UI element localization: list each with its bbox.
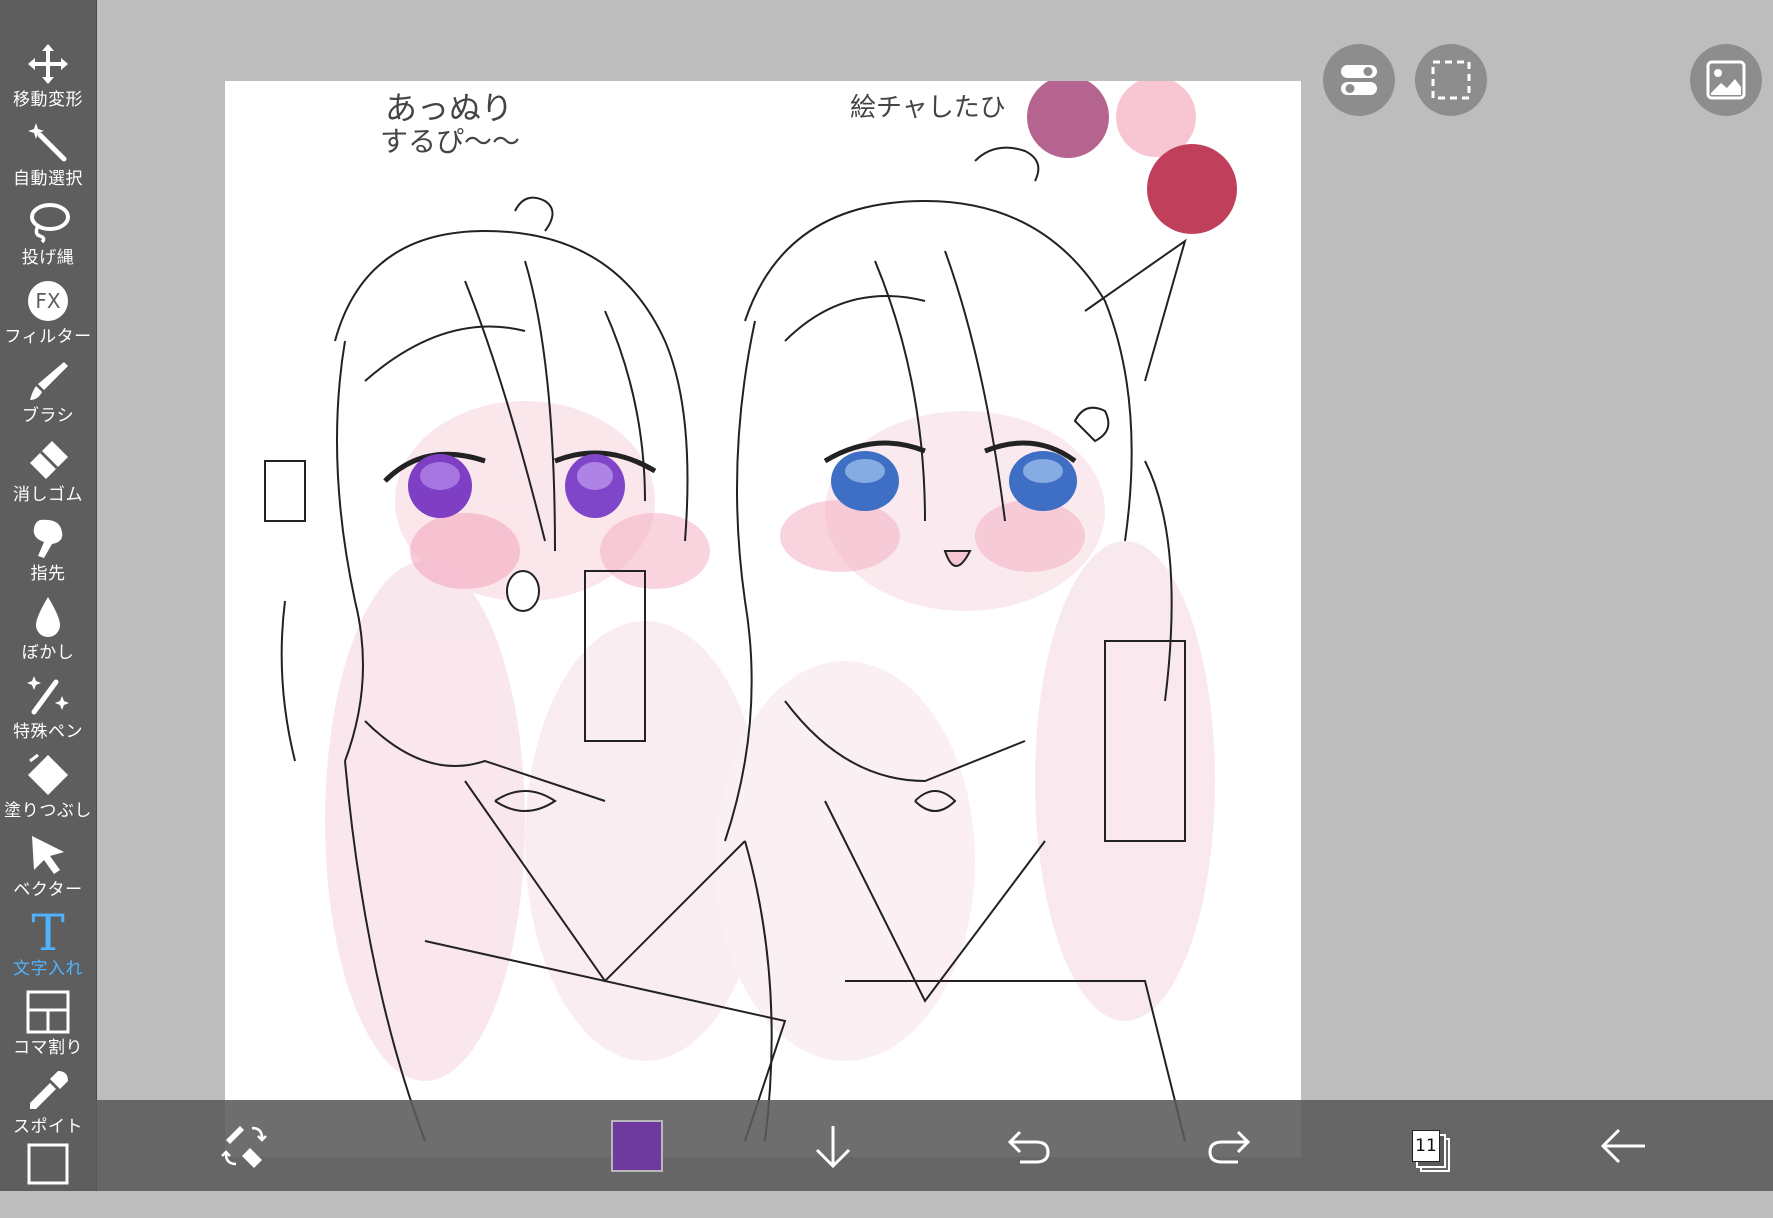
tool-label: 自動選択: [13, 169, 83, 189]
selection-button[interactable]: [1415, 44, 1487, 116]
blush: [780, 500, 900, 572]
tool-frame-divider[interactable]: コマ割り: [0, 988, 96, 1066]
toggle-settings-button[interactable]: [1323, 44, 1395, 116]
tool-brush[interactable]: ブラシ: [0, 356, 96, 434]
tool-vector[interactable]: ベクター: [0, 830, 96, 908]
gallery-button[interactable]: [1690, 44, 1762, 116]
tool-lasso[interactable]: 投げ縄: [0, 198, 96, 276]
brush-icon: [24, 356, 72, 404]
blush: [600, 513, 710, 589]
frame-divider-icon: [24, 988, 72, 1036]
lasso-icon: [24, 198, 72, 246]
tool-eraser[interactable]: 消しゴム: [0, 435, 96, 513]
palette-swatch-red: [1147, 144, 1237, 234]
layer-count-badge: 11: [1412, 1130, 1440, 1162]
tool-label: スポイト: [13, 1117, 83, 1137]
blur-drop-icon: [24, 593, 72, 641]
tool-text[interactable]: T 文字入れ: [0, 904, 96, 987]
fill-icon: [24, 751, 72, 799]
handwritten-note: するぴ〜〜: [380, 125, 520, 158]
fx-icon-text: FX: [28, 281, 68, 321]
tool-sidebar: 移動変形 自動選択 投げ縄 FX フィルター ブラシ 消しゴム 指先 ぼかし 特…: [0, 0, 97, 1191]
eyedropper-icon: [24, 1067, 72, 1115]
text-icon: T: [24, 904, 72, 962]
bottom-toolbar: 11: [96, 1100, 1773, 1191]
text-icon-glyph: T: [31, 904, 65, 962]
eye-highlight: [420, 462, 460, 490]
tool-label: ぼかし: [21, 643, 75, 663]
move-icon: [24, 40, 72, 88]
handwritten-note: 絵チャしたひ: [850, 93, 1006, 123]
eraser-icon: [24, 435, 72, 483]
tool-move-transform[interactable]: 移動変形: [0, 40, 96, 118]
back-button[interactable]: [1591, 1114, 1655, 1178]
tool-eyedropper[interactable]: スポイト: [0, 1067, 96, 1145]
tool-label: 投げ縄: [21, 248, 75, 268]
back-arrow-icon: [1600, 1128, 1645, 1164]
special-pen-icon: [24, 672, 72, 720]
gallery-image-icon: [1706, 60, 1746, 100]
mouth: [506, 570, 540, 612]
undo-icon: [1007, 1130, 1050, 1164]
tool-blur[interactable]: ぼかし: [0, 593, 96, 671]
sketch-artwork: あっぬり するぴ〜〜 絵チャしたひ: [264, 81, 1237, 1142]
vector-cursor-icon: [24, 830, 72, 878]
magic-wand-icon: [24, 119, 72, 167]
eye-highlight: [1023, 459, 1063, 483]
tool-special-pen[interactable]: 特殊ペン: [0, 672, 96, 750]
drawing-canvas[interactable]: あっぬり するぴ〜〜 絵チャしたひ: [225, 81, 1301, 1157]
brush-eraser-swap-icon: [221, 1126, 267, 1168]
tool-label: 移動変形: [13, 90, 83, 110]
download-button[interactable]: [801, 1114, 865, 1178]
tool-label: 消しゴム: [13, 485, 83, 505]
layers-button[interactable]: 11: [1394, 1114, 1458, 1178]
brush-eraser-swap-button[interactable]: [212, 1114, 276, 1178]
tool-filter[interactable]: FX フィルター: [0, 277, 96, 355]
eye-highlight: [577, 462, 613, 490]
tool-finger[interactable]: 指先: [0, 514, 96, 592]
tool-label: 指先: [30, 564, 66, 584]
palette-swatch-purple: [1027, 81, 1109, 158]
redo-button[interactable]: [1196, 1114, 1260, 1178]
tool-canvas-frame[interactable]: [0, 1140, 96, 1218]
eye-highlight: [845, 459, 885, 483]
download-arrow-icon: [815, 1126, 851, 1169]
blush: [975, 500, 1085, 572]
canvas-frame-icon: [24, 1140, 72, 1188]
handwritten-note: あっぬり: [385, 89, 513, 127]
undo-button[interactable]: [998, 1114, 1062, 1178]
tool-fill[interactable]: 塗りつぶし: [0, 751, 96, 829]
tool-auto-select[interactable]: 自動選択: [0, 119, 96, 197]
fx-icon: FX: [24, 277, 72, 325]
tool-label: ブラシ: [21, 406, 75, 426]
tool-label: 文字入れ: [13, 959, 83, 979]
layers-icon: 11: [1398, 1118, 1454, 1174]
tool-label: フィルター: [4, 327, 92, 347]
blush: [410, 513, 520, 589]
redo-icon: [1208, 1130, 1251, 1164]
current-color-swatch[interactable]: [611, 1120, 663, 1172]
finger-icon: [24, 514, 72, 562]
tool-label: 特殊ペン: [13, 722, 83, 742]
tool-label: ベクター: [13, 880, 83, 900]
tool-label: コマ割り: [13, 1038, 83, 1058]
tool-label: 塗りつぶし: [4, 801, 92, 821]
selection-marquee-icon: [1431, 60, 1471, 100]
toggle-settings-icon: [1341, 65, 1377, 95]
